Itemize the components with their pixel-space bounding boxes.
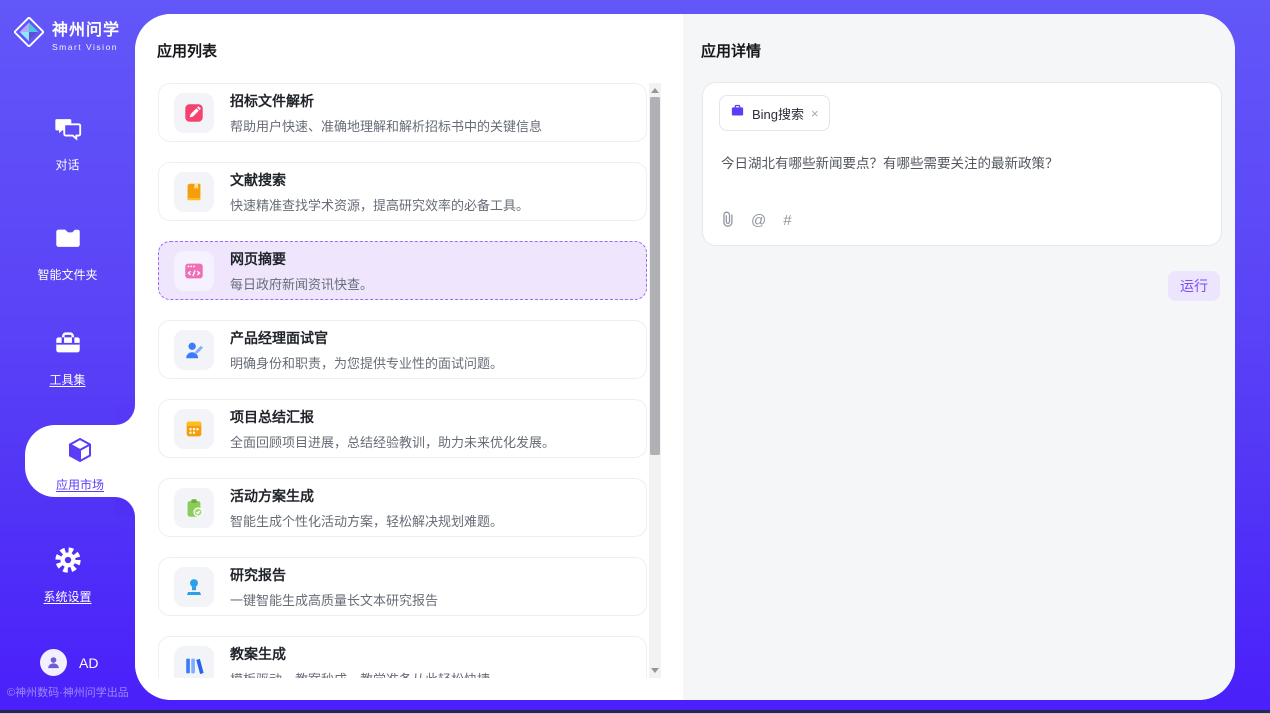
tool-chip-bing-search[interactable]: Bing搜索 × (719, 95, 830, 131)
app-desc: 一键智能生成高质量长文本研究报告 (230, 590, 438, 609)
briefcase-icon (730, 103, 745, 123)
sidebar-item-settings[interactable]: 系统设置 (0, 545, 135, 606)
app-card-project-summary[interactable]: 项目总结汇报 全面回顾项目进展，总结经验教训，助力未来优化发展。 (158, 399, 647, 458)
browser-code-icon (174, 251, 214, 291)
sidebar-item-label: 应用市场 (56, 476, 104, 493)
app-desc: 快速精准查找学术资源，提高研究效率的必备工具。 (230, 195, 529, 214)
app-desc: 每日政府新闻资讯快查。 (230, 274, 373, 293)
bubble-fillet-bottom (115, 497, 135, 517)
sidebar-item-label: 工具集 (49, 371, 85, 388)
scrollbar-down-arrow-icon[interactable] (651, 668, 659, 673)
sidebar-item-app-market[interactable]: 应用市场 (25, 425, 135, 497)
ink-stamp-icon (174, 567, 214, 607)
toolbox-icon (0, 328, 135, 363)
app-card-lesson-plan[interactable]: 教案生成 模板驱动，教案秒成，教学准备从此轻松快捷 (158, 636, 647, 678)
app-name: 教案生成 (230, 644, 490, 664)
cube-icon (25, 435, 135, 472)
scrollbar-thumb[interactable] (650, 97, 660, 455)
user-account[interactable]: AD (40, 649, 98, 676)
gear-icon (0, 545, 135, 580)
app-name: 项目总结汇报 (230, 407, 555, 427)
run-button[interactable]: 运行 (1168, 271, 1220, 301)
report-note-icon (174, 409, 214, 449)
app-list-title: 应用列表 (157, 40, 217, 61)
chat-icon (0, 113, 135, 148)
brand-name: 神州问学 (52, 16, 120, 40)
app-name: 活动方案生成 (230, 486, 503, 506)
user-name: AD (79, 655, 98, 671)
prompt-card[interactable]: Bing搜索 × 今日湖北有哪些新闻要点？有哪些需要关注的最新政策？ @ # (702, 82, 1222, 246)
sidebar: 神州问学 Smart Vision 对话 智能文件夹 (0, 0, 135, 714)
main-content: 应用列表 招标文件解析 帮助用户快速、准确地理解和解析招标书中的关键信息 (135, 14, 1235, 700)
app-desc: 明确身份和职责，为您提供专业性的面试问题。 (230, 353, 503, 372)
logo-diamond-icon (14, 17, 44, 52)
app-card-activity-plan[interactable]: 活动方案生成 智能生成个性化活动方案，轻松解决规划难题。 (158, 478, 647, 537)
app-desc: 智能生成个性化活动方案，轻松解决规划难题。 (230, 511, 503, 530)
list-scrollbar[interactable] (649, 83, 661, 678)
sidebar-item-toolset[interactable]: 工具集 (0, 328, 135, 389)
mention-icon[interactable]: @ (751, 213, 766, 228)
app-card-literature-search[interactable]: 文献搜索 快速精准查找学术资源，提高研究效率的必备工具。 (158, 162, 647, 221)
interviewer-icon (174, 330, 214, 370)
books-icon (174, 646, 214, 679)
pencil-square-icon (174, 93, 214, 133)
hashtag-icon[interactable]: # (783, 213, 791, 228)
app-detail-panel: 应用详情 Bing搜索 × 今日湖北有哪些新闻要点？有哪些需要关注的最新政策？ (683, 14, 1235, 700)
app-desc: 帮助用户快速、准确地理解和解析招标书中的关键信息 (230, 116, 542, 135)
app-card-pm-interviewer[interactable]: 产品经理面试官 明确身份和职责，为您提供专业性的面试问题。 (158, 320, 647, 379)
app-name: 网页摘要 (230, 249, 373, 269)
sidebar-item-label: 系统设置 (43, 588, 91, 605)
sidebar-item-label: 智能文件夹 (37, 266, 97, 283)
prompt-toolbar: @ # (721, 211, 792, 230)
copyright-text: ©神州数码·神州问学出品 (7, 684, 129, 700)
clipboard-check-icon (174, 488, 214, 528)
app-detail-title: 应用详情 (701, 40, 761, 61)
prompt-text[interactable]: 今日湖北有哪些新闻要点？有哪些需要关注的最新政策？ (721, 152, 1059, 172)
app-name: 产品经理面试官 (230, 328, 503, 348)
bubble-fillet-top (115, 405, 135, 425)
app-card-research-report[interactable]: 研究报告 一键智能生成高质量长文本研究报告 (158, 557, 647, 616)
app-name: 研究报告 (230, 565, 438, 585)
app-list-panel: 应用列表 招标文件解析 帮助用户快速、准确地理解和解析招标书中的关键信息 (135, 14, 683, 700)
close-icon[interactable]: × (811, 107, 819, 120)
app-card-web-summary[interactable]: 网页摘要 每日政府新闻资讯快查。 (158, 241, 647, 300)
app-desc: 全面回顾项目进展，总结经验教训，助力未来优化发展。 (230, 432, 555, 451)
chip-label: Bing搜索 (752, 104, 804, 123)
bottom-strip (0, 710, 1270, 714)
avatar (40, 649, 67, 676)
scrollbar-up-arrow-icon[interactable] (651, 88, 659, 93)
app-list: 招标文件解析 帮助用户快速、准确地理解和解析招标书中的关键信息 文献搜索 快速精… (158, 83, 647, 678)
app-desc: 模板驱动，教案秒成，教学准备从此轻松快捷 (230, 669, 490, 679)
app-name: 招标文件解析 (230, 91, 542, 111)
sidebar-item-chat[interactable]: 对话 (0, 113, 135, 174)
folder-icon (0, 223, 135, 258)
sidebar-item-label: 对话 (55, 156, 79, 173)
app-name: 文献搜索 (230, 170, 529, 190)
brand-tagline: Smart Vision (52, 42, 120, 52)
sidebar-item-smart-folder[interactable]: 智能文件夹 (0, 223, 135, 284)
paperclip-icon[interactable] (721, 211, 734, 230)
book-icon (174, 172, 214, 212)
brand: 神州问学 Smart Vision (14, 16, 120, 52)
app-card-bid-parsing[interactable]: 招标文件解析 帮助用户快速、准确地理解和解析招标书中的关键信息 (158, 83, 647, 142)
